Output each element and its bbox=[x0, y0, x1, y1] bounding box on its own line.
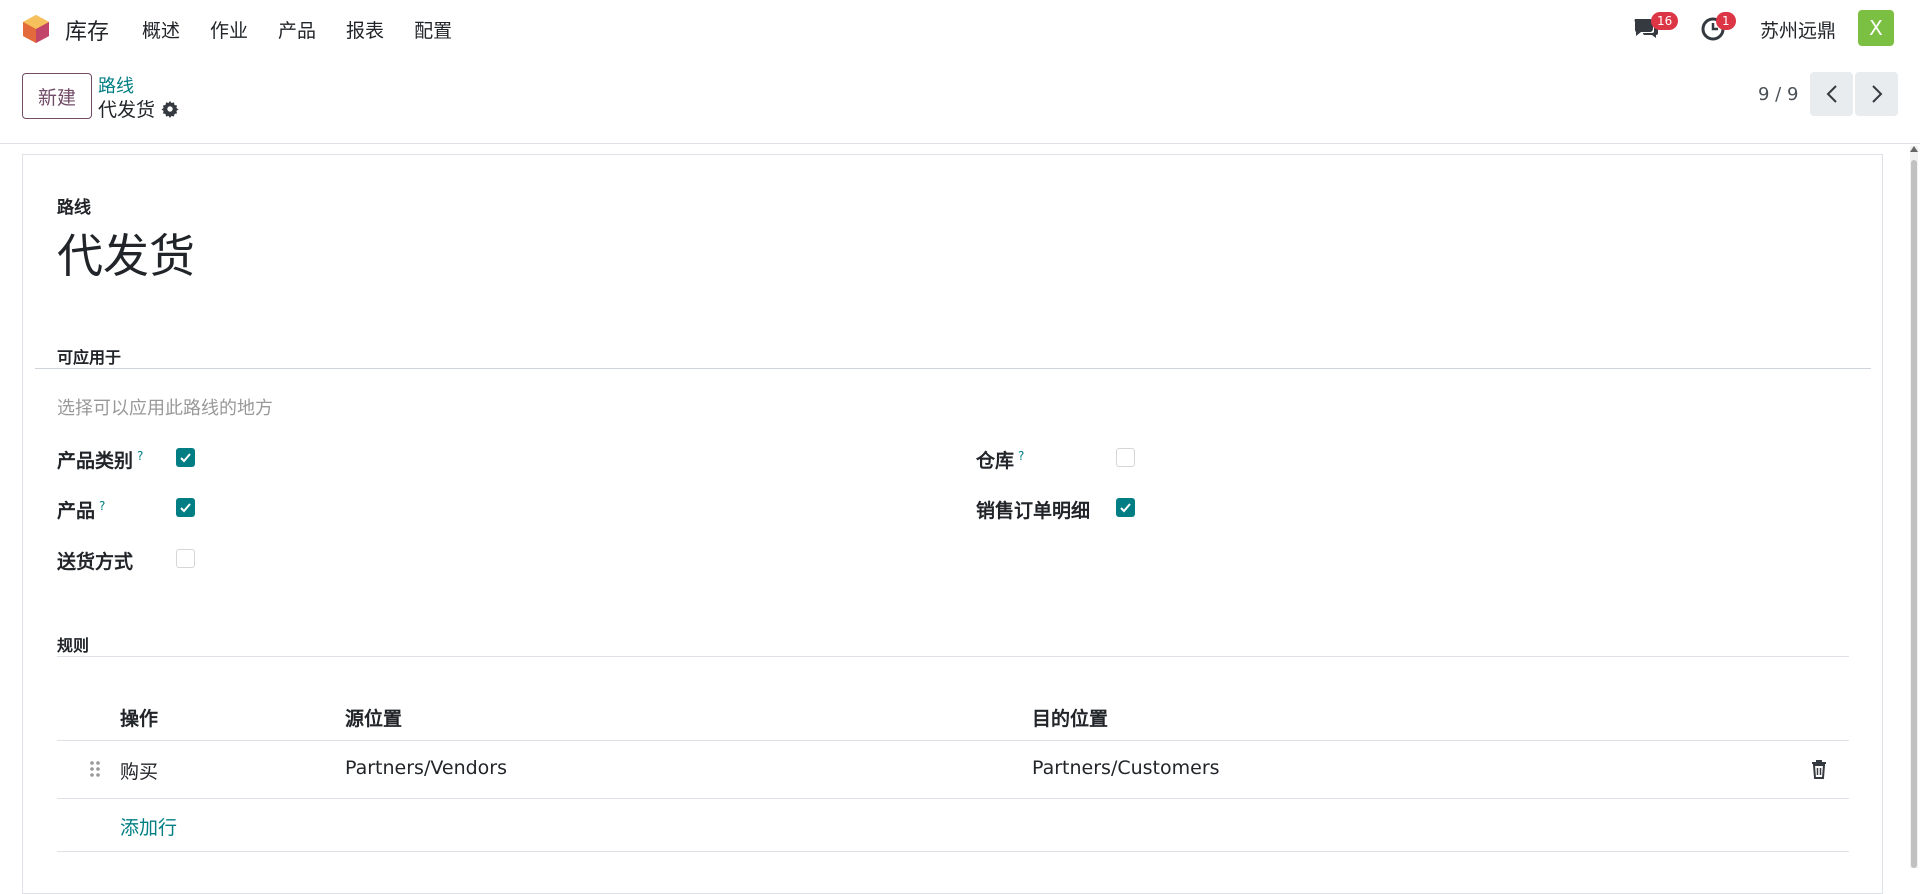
messages-badge: 16 bbox=[1651, 12, 1679, 30]
company-switcher[interactable]: 苏州远鼎 bbox=[1760, 16, 1836, 43]
trash-icon[interactable] bbox=[1810, 759, 1828, 779]
drag-handle-icon[interactable] bbox=[89, 760, 101, 778]
control-divider bbox=[0, 143, 1920, 144]
table-header-divider bbox=[57, 740, 1849, 741]
rules-section-title: 规则 bbox=[57, 636, 90, 655]
shipping-method-label: 送货方式 bbox=[57, 551, 134, 573]
column-header-source[interactable]: 源位置 bbox=[345, 704, 402, 731]
add-line-link[interactable]: 添加行 bbox=[120, 813, 177, 840]
menu-overview[interactable]: 概述 bbox=[142, 16, 180, 43]
app-name[interactable]: 库存 bbox=[65, 14, 109, 46]
table-bottom-divider bbox=[57, 851, 1849, 852]
help-tooltip-icon[interactable]: ? bbox=[99, 499, 105, 513]
product-label: 产品? bbox=[57, 498, 106, 522]
pager-next-button[interactable] bbox=[1855, 72, 1898, 116]
warehouse-checkbox[interactable] bbox=[1116, 448, 1135, 467]
check-icon bbox=[1120, 503, 1131, 513]
pager-previous-button[interactable] bbox=[1810, 72, 1853, 116]
chevron-left-icon bbox=[1826, 85, 1837, 103]
menu-operations[interactable]: 作业 bbox=[210, 16, 248, 43]
menu-products[interactable]: 产品 bbox=[278, 16, 316, 43]
main-menu: 概述 作业 产品 报表 配置 bbox=[142, 16, 482, 43]
shipping-method-checkbox[interactable] bbox=[176, 549, 195, 568]
scroll-up-arrow[interactable] bbox=[1910, 146, 1918, 152]
section-divider bbox=[35, 368, 1871, 369]
check-icon bbox=[180, 453, 191, 463]
top-navbar: 库存 概述 作业 产品 报表 配置 16 1 苏州远鼎 X bbox=[0, 0, 1920, 56]
form-sheet bbox=[22, 154, 1883, 894]
sale-order-line-checkbox[interactable] bbox=[1116, 498, 1135, 517]
rule-destination-cell[interactable]: Partners/Customers bbox=[1032, 757, 1220, 779]
rule-source-cell[interactable]: Partners/Vendors bbox=[345, 757, 507, 779]
table-row-divider bbox=[57, 798, 1849, 799]
sale-order-line-label: 销售订单明细 bbox=[976, 500, 1091, 522]
check-icon bbox=[180, 503, 191, 513]
chevron-right-icon bbox=[1871, 85, 1882, 103]
breadcrumb-current-label: 代发货 bbox=[98, 99, 156, 121]
new-button[interactable]: 新建 bbox=[22, 73, 92, 119]
applicable-helper-text: 选择可以应用此路线的地方 bbox=[57, 398, 273, 419]
section-divider bbox=[57, 656, 1849, 657]
user-avatar[interactable]: X bbox=[1858, 10, 1894, 46]
activities-badge: 1 bbox=[1716, 12, 1736, 30]
gear-icon[interactable] bbox=[161, 100, 179, 118]
product-checkbox[interactable] bbox=[176, 498, 195, 517]
product-category-label: 产品类别? bbox=[57, 448, 144, 472]
column-header-action[interactable]: 操作 bbox=[120, 704, 158, 731]
rule-action-cell[interactable]: 购买 bbox=[120, 757, 158, 784]
menu-configuration[interactable]: 配置 bbox=[414, 16, 452, 43]
applicable-section-title: 可应用于 bbox=[57, 348, 122, 367]
breadcrumb-current: 代发货 bbox=[98, 95, 179, 122]
warehouse-label: 仓库? bbox=[976, 448, 1025, 472]
product-category-checkbox[interactable] bbox=[176, 448, 195, 467]
pager-value[interactable]: 9 / 9 bbox=[1758, 84, 1798, 105]
route-name-input[interactable]: 代发货 bbox=[57, 220, 195, 286]
scrollbar-thumb[interactable] bbox=[1911, 160, 1917, 868]
help-tooltip-icon[interactable]: ? bbox=[1018, 449, 1024, 463]
column-header-destination[interactable]: 目的位置 bbox=[1032, 704, 1108, 731]
route-field-label: 路线 bbox=[57, 198, 91, 218]
menu-reporting[interactable]: 报表 bbox=[346, 16, 384, 43]
inventory-app-icon[interactable] bbox=[22, 14, 50, 44]
help-tooltip-icon[interactable]: ? bbox=[137, 449, 143, 463]
